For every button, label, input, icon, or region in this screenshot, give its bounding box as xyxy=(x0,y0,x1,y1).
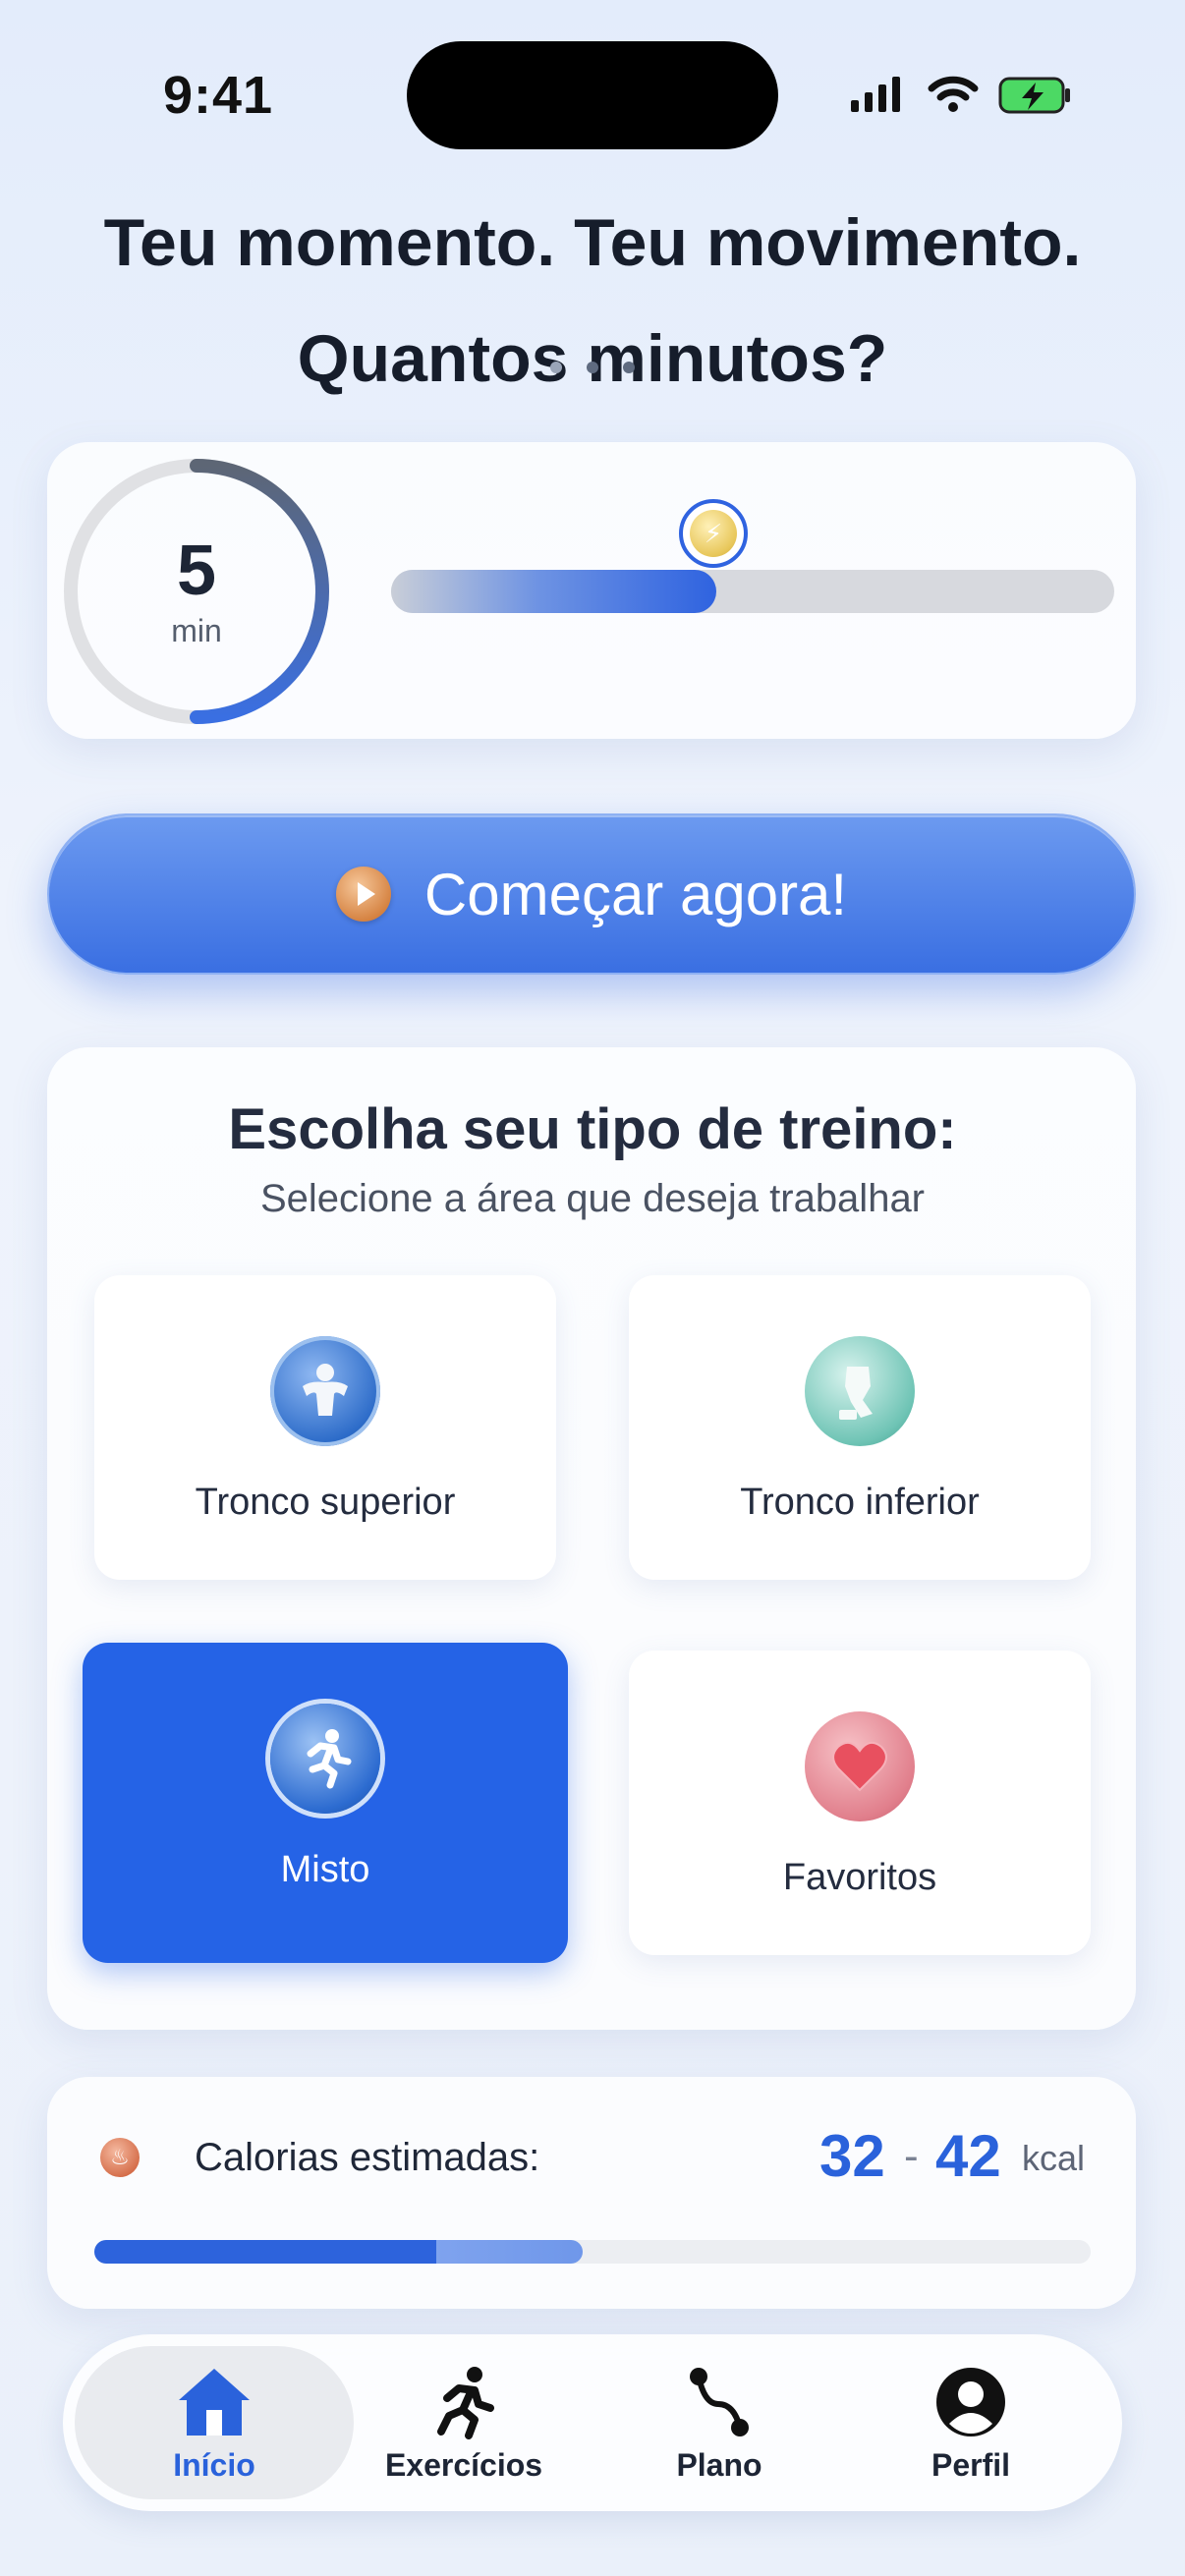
status-time: 9:41 xyxy=(163,66,274,125)
workout-option-label: Tronco superior xyxy=(195,1482,456,1523)
battery-charging-icon xyxy=(998,77,1070,114)
lower-body-icon xyxy=(805,1336,915,1446)
start-now-button[interactable]: Começar agora! xyxy=(47,813,1136,975)
duration-unit: min xyxy=(171,613,222,648)
wifi-icon xyxy=(928,76,979,112)
cellular-signal-icon xyxy=(851,77,900,112)
home-icon xyxy=(175,2363,254,2441)
workout-option-label: Tronco inferior xyxy=(740,1482,980,1523)
tab-profile[interactable]: Perfil xyxy=(843,2346,1099,2499)
tab-plan[interactable]: Plano xyxy=(592,2346,847,2499)
profile-icon xyxy=(931,2363,1010,2441)
calories-card xyxy=(47,2077,1136,2309)
runner-icon xyxy=(424,2363,503,2441)
page-dot-active xyxy=(587,362,598,373)
calories-high-value: 42 xyxy=(935,2123,1001,2189)
tab-home[interactable]: Início xyxy=(75,2346,354,2499)
calories-unit: kcal xyxy=(1022,2138,1086,2178)
calories-progress-fill xyxy=(94,2240,583,2264)
calories-low-value: 32 xyxy=(819,2123,885,2189)
heart-icon xyxy=(805,1711,915,1821)
workout-option-mixed-selected[interactable]: Misto xyxy=(83,1643,568,1963)
route-icon xyxy=(680,2363,759,2441)
tab-exercises[interactable]: Exercícios xyxy=(336,2346,592,2499)
workout-section-title: Escolha seu tipo de treino: xyxy=(228,1097,957,1161)
upper-body-icon xyxy=(270,1336,380,1446)
workout-option-label: Misto xyxy=(280,1849,370,1890)
page-indicator xyxy=(550,358,635,377)
tab-label: Perfil xyxy=(931,2446,1011,2483)
page-headline: Teu momento. Teu movimento. Quantos minu… xyxy=(0,185,1185,417)
lightning-icon: ⚡ xyxy=(690,510,737,557)
workout-option-favorites[interactable]: Favoritos xyxy=(629,1651,1091,1955)
status-icons xyxy=(851,76,1070,114)
dynamic-island xyxy=(407,41,778,149)
tab-label: Plano xyxy=(676,2446,762,2483)
running-icon xyxy=(270,1704,380,1814)
calories-separator: - xyxy=(904,2132,919,2180)
headline-line-1: Teu momento. Teu movimento. xyxy=(103,205,1082,280)
page-dot-active xyxy=(623,362,635,373)
play-icon xyxy=(335,867,391,922)
flame-icon: ♨ xyxy=(100,2138,140,2177)
workout-section-subtitle: Selecione a área que deseja trabalhar xyxy=(259,1177,926,1220)
workout-option-upper-body[interactable]: Tronco superior xyxy=(94,1275,556,1580)
duration-value: 5 xyxy=(176,532,217,610)
tab-label: Exercícios xyxy=(384,2446,543,2483)
calories-label: Calorias estimadas: xyxy=(195,2136,540,2179)
workout-option-label: Favoritos xyxy=(782,1857,937,1898)
workout-option-lower-body[interactable]: Tronco inferior xyxy=(629,1275,1091,1580)
duration-slider-thumb[interactable]: ⚡ xyxy=(679,499,748,568)
tab-label: Início xyxy=(173,2446,255,2483)
duration-slider-fill xyxy=(391,570,716,613)
start-now-label: Começar agora! xyxy=(423,861,848,927)
page-dot xyxy=(550,362,562,373)
